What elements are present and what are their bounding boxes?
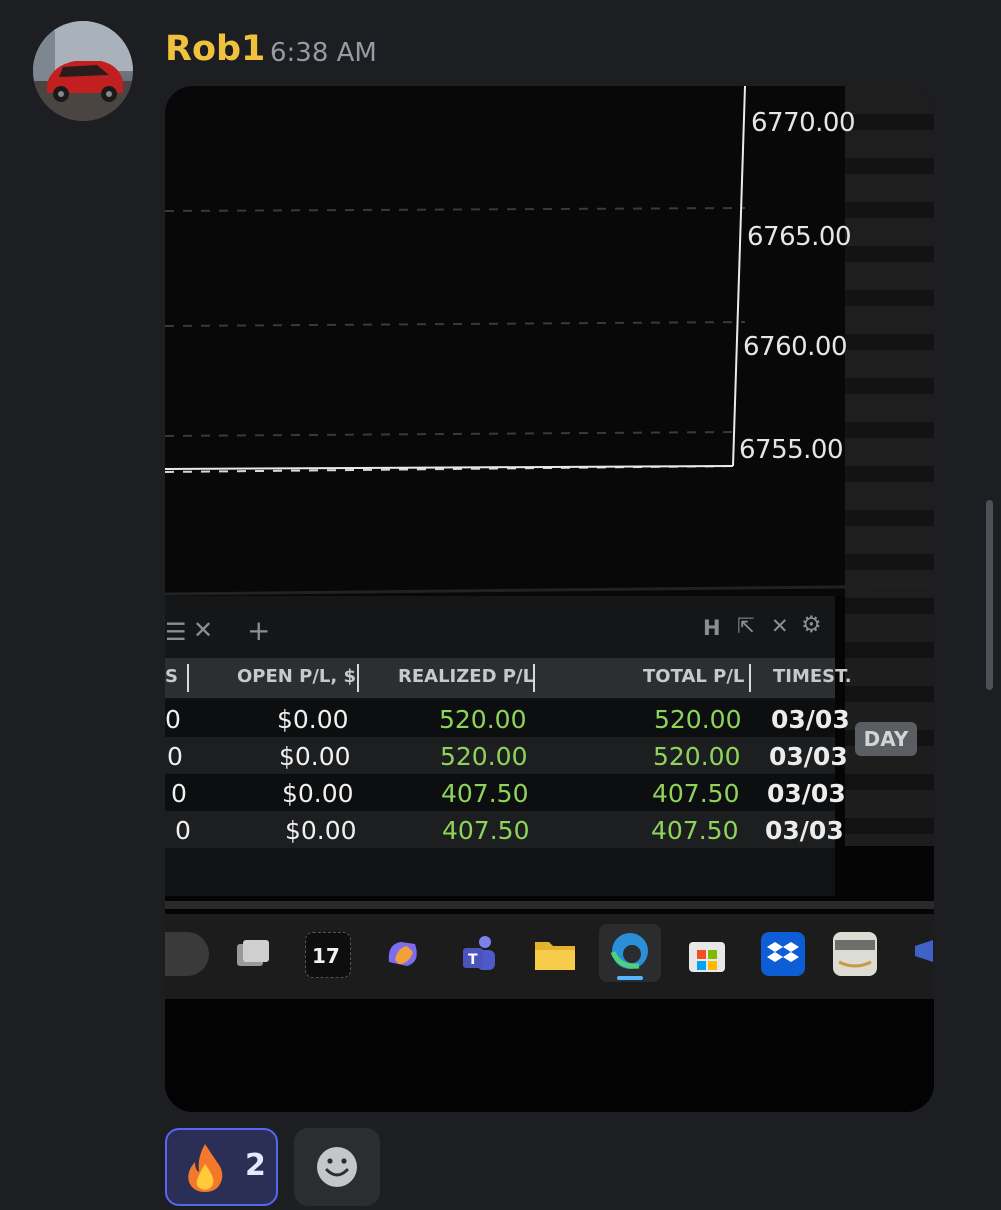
close-panel-icon[interactable]: ✕ xyxy=(771,614,789,638)
svg-text:17: 17 xyxy=(312,944,340,968)
tradingview-icon[interactable]: 17 xyxy=(305,932,351,978)
gear-icon[interactable]: ⚙ xyxy=(801,612,822,638)
qty-cell: 0 xyxy=(175,816,191,845)
table-row[interactable]: 0 $0.00 520.00 520.00 03/03 xyxy=(165,737,848,774)
table-row[interactable]: 0 $0.00 407.50 407.50 03/03 xyxy=(165,811,844,848)
realized-pl-cell: 520.00 xyxy=(440,742,528,771)
store-icon[interactable] xyxy=(685,932,729,976)
realized-pl-cell: 407.50 xyxy=(441,779,529,808)
red-car-avatar-image xyxy=(33,21,133,121)
column-header-open-pl[interactable]: OPEN P/L, $ xyxy=(237,666,356,687)
photo-dark-bottom xyxy=(165,999,934,1112)
chat-scrollbar[interactable] xyxy=(986,500,993,690)
column-header-qty[interactable]: S xyxy=(165,666,178,687)
price-tick: 6770.00 xyxy=(751,108,856,138)
column-divider xyxy=(187,664,189,692)
timestamp-cell: 03/03 xyxy=(769,742,848,771)
image-attachment[interactable]: 6770.00 6765.00 6760.00 6755.00 ☰ ✕ + H … xyxy=(165,86,934,1112)
total-pl-cell: 520.00 xyxy=(654,705,742,734)
realized-pl-cell: 520.00 xyxy=(439,705,527,734)
positions-panel: ☰ ✕ + H ⇱ ✕ ⚙ S OPEN P/L, $ REALIZED P/L… xyxy=(165,596,852,896)
reaction-count: 2 xyxy=(245,1148,266,1183)
total-pl-cell: 407.50 xyxy=(652,779,740,808)
qty-cell: 0 xyxy=(171,779,187,808)
panel-h-button[interactable]: H xyxy=(703,616,721,640)
open-pl-cell: $0.00 xyxy=(277,705,349,734)
price-tick: 6765.00 xyxy=(747,222,852,252)
task-view-icon[interactable] xyxy=(231,932,275,976)
price-tick: 6760.00 xyxy=(743,332,848,362)
table-header: S OPEN P/L, $ REALIZED P/L TOTAL P/L TIM… xyxy=(165,658,852,698)
file-explorer-icon[interactable] xyxy=(533,932,577,976)
total-pl-cell: 520.00 xyxy=(653,742,741,771)
copilot-icon[interactable] xyxy=(381,932,425,976)
edge-icon[interactable] xyxy=(599,924,661,982)
open-pl-cell: $0.00 xyxy=(279,742,351,771)
qty-cell: 0 xyxy=(167,742,183,771)
message-author[interactable]: Rob1 xyxy=(165,28,265,70)
message-timestamp: 6:38 AM xyxy=(270,38,377,68)
search-pill-icon[interactable] xyxy=(165,932,209,976)
fire-icon xyxy=(188,1144,223,1192)
qty-cell: 0 xyxy=(165,705,181,734)
column-divider xyxy=(357,664,359,692)
avatar[interactable] xyxy=(33,21,133,121)
day-badge[interactable]: DAY xyxy=(855,722,917,756)
popout-icon[interactable]: ⇱ xyxy=(737,614,755,638)
total-pl-cell: 407.50 xyxy=(651,816,739,845)
table-row[interactable]: 0 $0.00 520.00 520.00 03/03 xyxy=(165,700,850,737)
column-divider xyxy=(749,664,751,692)
timestamp-cell: 03/03 xyxy=(771,705,850,734)
taskbar-divider xyxy=(165,901,934,909)
column-divider xyxy=(533,664,535,692)
timestamp-cell: 03/03 xyxy=(765,816,844,845)
add-tab-icon[interactable]: + xyxy=(247,614,270,647)
teams-icon[interactable]: T xyxy=(457,932,501,976)
open-pl-cell: $0.00 xyxy=(285,816,357,845)
realized-pl-cell: 407.50 xyxy=(442,816,530,845)
column-header-timestamp[interactable]: TIMEST. xyxy=(773,666,852,687)
svg-text:T: T xyxy=(468,952,478,968)
column-header-total-pl[interactable]: TOTAL P/L xyxy=(643,666,744,687)
dropbox-icon[interactable] xyxy=(761,932,805,976)
add-reaction-button[interactable] xyxy=(294,1128,380,1206)
table-row[interactable]: 0 $0.00 407.50 407.50 03/03 xyxy=(165,774,846,811)
timestamp-cell: 03/03 xyxy=(767,779,846,808)
close-tab-icon[interactable]: ✕ xyxy=(193,616,213,644)
column-header-realized-pl[interactable]: REALIZED P/L xyxy=(398,666,534,687)
menu-icon[interactable]: ☰ xyxy=(165,618,187,646)
open-pl-cell: $0.00 xyxy=(282,779,354,808)
panel-tab-bar: ☰ ✕ + H ⇱ ✕ ⚙ xyxy=(165,596,835,658)
price-tick: 6755.00 xyxy=(739,435,844,465)
smiley-icon xyxy=(317,1147,357,1187)
windows-taskbar: 17 T xyxy=(165,914,934,999)
partial-app-icon[interactable] xyxy=(905,932,934,976)
amazon-icon[interactable] xyxy=(833,932,877,976)
reaction-fire[interactable]: 2 xyxy=(165,1128,278,1206)
